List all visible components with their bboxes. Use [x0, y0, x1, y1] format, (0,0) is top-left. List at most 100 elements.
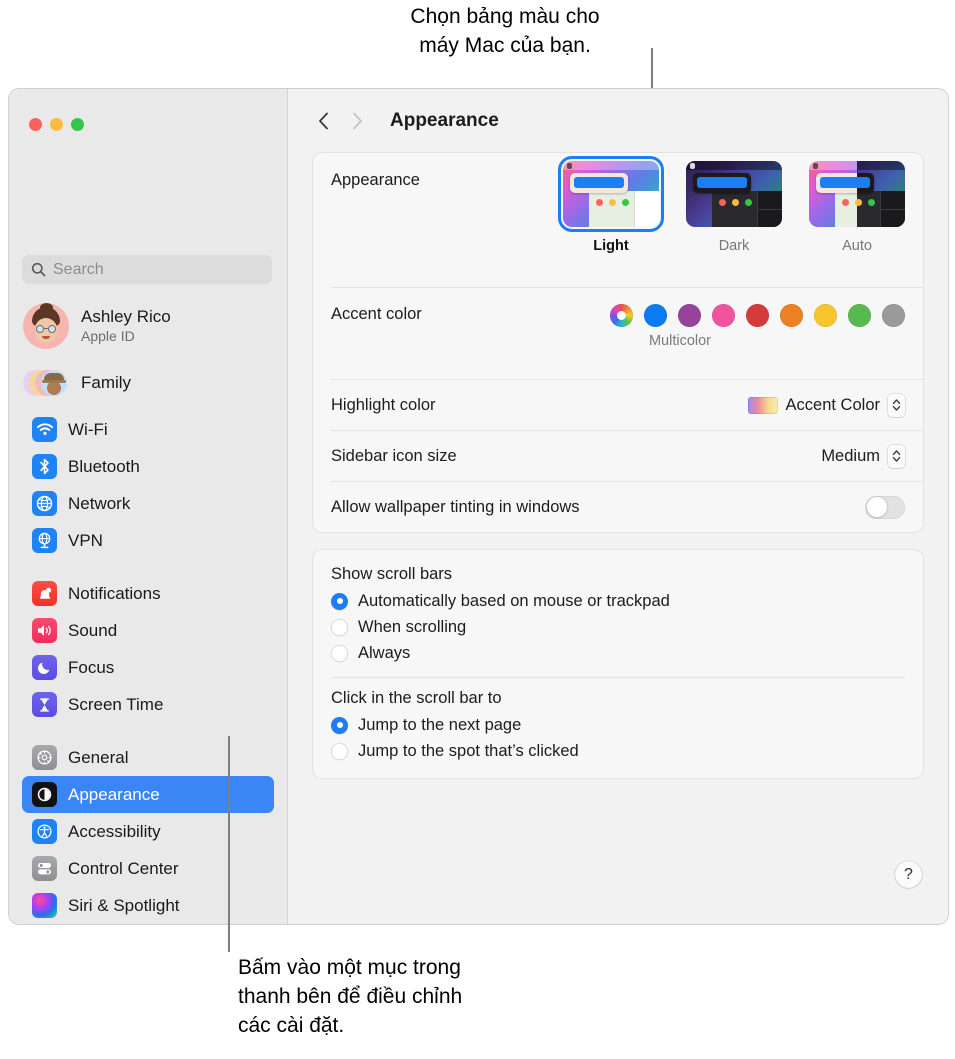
sidebar-item-label: Bluetooth — [68, 456, 140, 476]
sidebar-item-label: Network — [68, 493, 131, 513]
callout-top-text: Chọn bảng màu cho máy Mac của bạn. — [410, 5, 600, 57]
appearance-thumbnail-auto[interactable] — [809, 161, 905, 227]
radio-label: When scrolling — [358, 617, 467, 636]
help-button[interactable]: ? — [895, 861, 922, 888]
accent-swatch-yellow[interactable] — [814, 304, 837, 327]
back-button[interactable] — [308, 106, 338, 136]
show-scroll-bars-title: Show scroll bars — [331, 565, 453, 583]
appearance-option-label: Light — [593, 238, 629, 254]
radio-option-jump-to-spot[interactable]: Jump to the spot that’s clicked — [313, 738, 923, 764]
family-avatars-icon — [23, 367, 69, 399]
appearance-option-dark[interactable]: Dark — [686, 161, 782, 254]
accent-color-swatches — [610, 304, 905, 327]
scroll-bars-card: Show scroll bars Automatically based on … — [312, 549, 924, 779]
appearance-option-auto[interactable]: Auto — [809, 161, 905, 254]
radio-label: Jump to the spot that’s clicked — [358, 741, 579, 760]
accent-color-row: Accent color Multicolor — [313, 288, 923, 379]
sidebar-item-wi-fi[interactable]: Wi-Fi — [22, 411, 274, 448]
accent-color-chip-icon — [747, 396, 778, 414]
hourglass-icon — [32, 692, 57, 717]
sidebar-group-separator — [9, 723, 287, 739]
system-settings-window: Search Ashley Rico Apple ID Family Wi-Fi… — [8, 88, 949, 925]
sidebar-item-apple-id[interactable]: Ashley Rico Apple ID — [23, 303, 273, 349]
radio-button[interactable] — [331, 592, 348, 610]
sidebar-item-family[interactable]: Family — [23, 367, 131, 399]
radio-option-when-scrolling[interactable]: When scrolling — [313, 614, 923, 640]
appearance-option-label: Dark — [718, 238, 750, 254]
accent-swatch-orange[interactable] — [780, 304, 803, 327]
accent-swatch-purple[interactable] — [678, 304, 701, 327]
sidebar-icon-size-value: Medium — [821, 446, 880, 465]
sidebar-icon-size-label: Sidebar icon size — [331, 446, 457, 465]
accent-color-selected-name: Multicolor — [648, 333, 711, 349]
zoom-button[interactable] — [71, 118, 84, 131]
sidebar-item-label: Sound — [68, 620, 118, 640]
account-name: Ashley Rico — [81, 307, 171, 326]
search-input[interactable]: Search — [22, 255, 272, 284]
callout-bottom-leader-line — [228, 736, 230, 952]
radio-button[interactable] — [331, 742, 348, 760]
accent-swatch-red[interactable] — [746, 304, 769, 327]
sidebar-item-bluetooth[interactable]: Bluetooth — [22, 448, 274, 485]
search-placeholder: Search — [53, 260, 104, 278]
control-center-icon — [32, 856, 57, 881]
sidebar-item-screen-time[interactable]: Screen Time — [22, 686, 274, 723]
vpn-icon — [32, 528, 57, 553]
appearance-option-light[interactable]: Light — [558, 156, 664, 254]
chevron-updown-icon[interactable] — [888, 444, 905, 468]
bluetooth-icon — [32, 454, 57, 479]
sidebar-item-label: VPN — [68, 530, 103, 550]
radio-button[interactable] — [331, 618, 348, 636]
radio-label: Always — [358, 643, 411, 662]
sidebar-item-label: Screen Time — [68, 694, 164, 714]
sidebar-item-control-center[interactable]: Control Center — [22, 850, 274, 887]
sidebar: Search Ashley Rico Apple ID Family Wi-Fi… — [9, 89, 288, 924]
appearance-thumbnail-light[interactable] — [558, 156, 664, 232]
accent-swatch-graphite[interactable] — [882, 304, 905, 327]
sidebar-item-label: General — [68, 747, 129, 767]
sidebar-item-sound[interactable]: Sound — [22, 612, 274, 649]
radio-option-jump-next-page[interactable]: Jump to the next page — [313, 712, 923, 738]
sidebar-item-general[interactable]: General — [22, 739, 274, 776]
wallpaper-tinting-toggle[interactable] — [865, 495, 905, 519]
appearance-thumbnail-dark[interactable] — [686, 161, 782, 227]
accent-swatch-multicolor[interactable] — [610, 304, 633, 327]
wallpaper-tinting-row: Allow wallpaper tinting in windows — [313, 482, 923, 532]
sidebar-item-label: Focus — [68, 657, 115, 677]
sidebar-item-focus[interactable]: Focus — [22, 649, 274, 686]
detail-pane: Appearance Appearance Light Dark Auto Ac… — [288, 89, 948, 924]
radio-button[interactable] — [331, 716, 348, 734]
sidebar-item-appearance[interactable]: Appearance — [22, 776, 274, 813]
sidebar-item-network[interactable]: Network — [22, 485, 274, 522]
accent-swatch-blue[interactable] — [644, 304, 667, 327]
sidebar-item-accessibility[interactable]: Accessibility — [22, 813, 274, 850]
highlight-color-value: Accent Color — [785, 395, 880, 414]
sidebar-item-privacy-and-security[interactable]: Privacy & Security — [22, 924, 274, 925]
accessibility-icon — [32, 819, 57, 844]
account-subtitle: Apple ID — [81, 328, 135, 344]
forward-button[interactable] — [342, 106, 372, 136]
minimize-button[interactable] — [50, 118, 63, 131]
divider — [331, 677, 905, 678]
toolbar: Appearance — [288, 89, 948, 152]
accent-swatch-green[interactable] — [848, 304, 871, 327]
sidebar-icon-size-popup[interactable]: Medium — [821, 444, 905, 468]
accent-swatch-pink[interactable] — [712, 304, 735, 327]
chevron-left-icon — [318, 112, 328, 129]
radio-button[interactable] — [331, 644, 348, 662]
radio-option-always[interactable]: Always — [313, 640, 923, 666]
highlight-color-popup[interactable]: Accent Color — [747, 393, 905, 417]
wifi-icon — [32, 417, 57, 442]
radio-option-automatic[interactable]: Automatically based on mouse or trackpad — [313, 588, 923, 614]
sidebar-item-siri-and-spotlight[interactable]: Siri & Spotlight — [22, 887, 274, 924]
sidebar-item-label: Notifications — [68, 583, 161, 603]
chevron-updown-icon[interactable] — [888, 393, 905, 417]
sidebar-item-label: Wi-Fi — [68, 419, 108, 439]
close-button[interactable] — [29, 118, 42, 131]
callout-bottom-text: Bấm vào một mục trong thanh bên để điều … — [238, 956, 463, 1037]
sidebar-item-vpn[interactable]: VPN — [22, 522, 274, 559]
chevron-right-icon — [352, 112, 362, 129]
sidebar-item-notifications[interactable]: Notifications — [22, 575, 274, 612]
appearance-settings-card: Appearance Light Dark Auto Accent color … — [312, 152, 924, 533]
highlight-color-row: Highlight color Accent Color — [313, 380, 923, 430]
